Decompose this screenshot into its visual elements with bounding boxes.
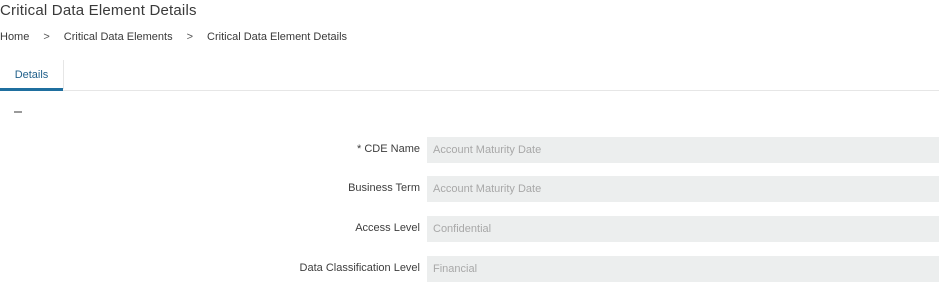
data-classification-level-label: Data Classification Level xyxy=(299,262,420,274)
form-row-business-term: Business Term xyxy=(0,176,939,202)
page-title: Critical Data Element Details xyxy=(0,2,197,19)
breadcrumb-separator-icon: > xyxy=(43,31,50,43)
breadcrumb-current-page: Critical Data Element Details xyxy=(207,31,348,43)
breadcrumb: Home > Critical Data Elements > Critical… xyxy=(0,30,347,44)
cde-name-field[interactable] xyxy=(427,137,939,163)
breadcrumb-home-link[interactable]: Home xyxy=(0,31,29,43)
tab-bar: Details xyxy=(0,60,939,91)
collapse-icon[interactable] xyxy=(14,111,22,113)
tab-details[interactable]: Details xyxy=(0,60,64,91)
access-level-label: Access Level xyxy=(355,222,420,234)
business-term-label: Business Term xyxy=(348,182,420,194)
cde-name-label: * CDE Name xyxy=(357,143,420,155)
form-row-access-level: Access Level xyxy=(0,216,939,242)
access-level-field[interactable] xyxy=(427,216,939,242)
business-term-field[interactable] xyxy=(427,176,939,202)
breadcrumb-critical-data-elements-link[interactable]: Critical Data Elements xyxy=(64,31,173,43)
form-row-cde-name: * CDE Name xyxy=(0,137,939,163)
form-row-data-classification-level: Data Classification Level xyxy=(0,256,939,282)
breadcrumb-separator-icon: > xyxy=(186,31,194,43)
data-classification-level-field[interactable] xyxy=(427,256,939,282)
